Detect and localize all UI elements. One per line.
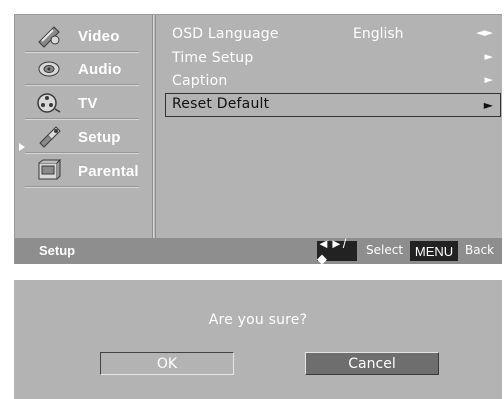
- option-osd-language[interactable]: OSD Language English ◄►: [165, 23, 501, 47]
- option-caption[interactable]: Caption ►: [165, 70, 501, 94]
- footer-bar: Setup ◄►/ ◆ Select MENU Back: [15, 236, 502, 266]
- footer-title: Setup: [39, 243, 76, 258]
- option-time-setup[interactable]: Time Setup ►: [165, 47, 501, 71]
- setup-menu-panel: Video Audio TV Setup Parental OSD Langua…: [14, 14, 502, 266]
- dialog-question: Are you sure?: [208, 312, 308, 328]
- sidebar-item-label: Audio: [78, 61, 122, 78]
- option-label: Reset Default: [172, 96, 270, 112]
- sidebar-item-tv[interactable]: TV: [25, 87, 139, 120]
- sidebar-item-label: TV: [78, 95, 98, 112]
- sidebar-item-label: Video: [78, 28, 120, 45]
- cancel-button[interactable]: Cancel: [305, 352, 439, 375]
- confirm-dialog: Are you sure? OK Cancel: [14, 280, 502, 399]
- parental-icon: [36, 159, 62, 183]
- sidebar-item-video[interactable]: Video: [25, 20, 139, 53]
- tv-icon: [36, 91, 62, 115]
- sidebar-divider: [152, 15, 156, 238]
- right-arrow-icon: ►: [483, 98, 493, 112]
- option-label: Time Setup: [172, 50, 254, 66]
- audio-icon: [36, 57, 62, 81]
- option-label: OSD Language: [172, 26, 279, 42]
- option-reset-default[interactable]: Reset Default ►: [165, 93, 501, 117]
- right-arrow-icon: ►: [484, 50, 493, 63]
- setup-icon: [36, 125, 62, 149]
- right-arrow-icon: ►: [484, 73, 493, 86]
- sidebar-item-label: Setup: [78, 129, 121, 146]
- sidebar-item-parental[interactable]: Parental: [25, 155, 139, 188]
- left-right-arrows-icon: ◄►: [476, 26, 493, 39]
- sidebar-item-setup[interactable]: Setup: [25, 121, 139, 154]
- menu-key: MENU: [410, 241, 458, 261]
- ok-button[interactable]: OK: [100, 352, 234, 375]
- option-label: Caption: [172, 73, 228, 89]
- select-hint: Select: [366, 243, 404, 257]
- sidebar-item-label: Parental: [78, 163, 139, 180]
- nav-arrows-key-icon: ◄►/ ◆: [317, 236, 357, 266]
- back-hint: Back: [465, 243, 495, 257]
- option-value: English: [353, 26, 404, 42]
- category-sidebar: Video Audio TV Setup Parental: [15, 15, 151, 238]
- sidebar-item-audio[interactable]: Audio: [25, 53, 139, 86]
- video-icon: [36, 24, 62, 48]
